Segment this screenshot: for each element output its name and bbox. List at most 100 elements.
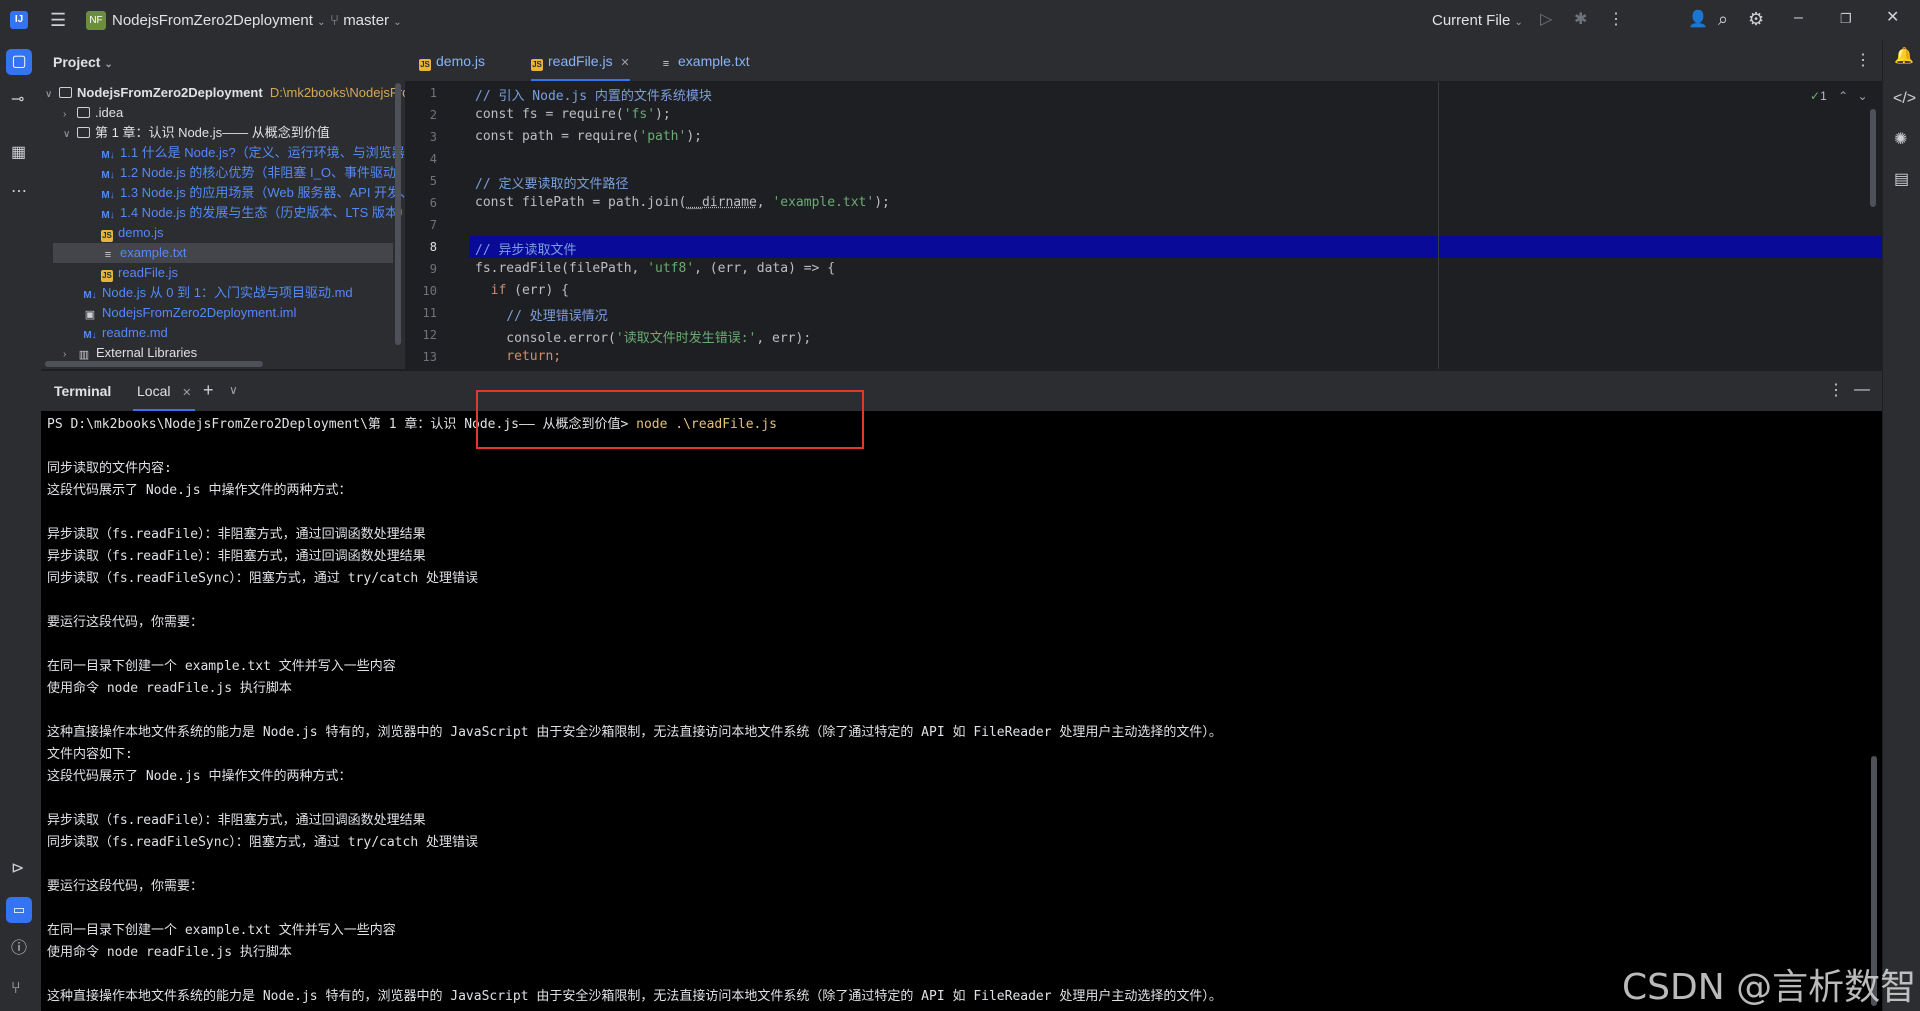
- chevron-down-icon: ⌄: [1857, 89, 1868, 103]
- tree-item-label: .idea: [95, 105, 124, 120]
- restore-icon[interactable]: ❐: [1840, 11, 1852, 27]
- tab-local[interactable]: Local ✕: [133, 371, 196, 411]
- code-line[interactable]: fs.readFile(filePath, 'utf8', (err, data…: [475, 261, 835, 276]
- code-text: );: [874, 195, 890, 210]
- run-config-label: Current File: [1432, 12, 1511, 29]
- close-tab-icon[interactable]: ✕: [182, 387, 191, 399]
- ai-assistant-icon[interactable]: ✺: [1894, 132, 1907, 148]
- new-terminal-icon[interactable]: +: [203, 381, 214, 399]
- code-text: , (err, data) => {: [694, 261, 836, 276]
- tree-item-readfile-js[interactable]: JS readFile.js: [101, 263, 178, 283]
- code-with-me-icon[interactable]: </>: [1893, 91, 1916, 107]
- terminal-dropdown-icon[interactable]: ∨: [229, 382, 238, 398]
- tree-item-md[interactable]: M↓ Node.js 从 0 到 1：入门实战与项目驱动.md: [83, 283, 352, 303]
- code-line[interactable]: console.error('读取文件时发生错误:', err);: [475, 327, 811, 346]
- code-line[interactable]: return;: [475, 349, 561, 364]
- code-text: );: [655, 107, 671, 122]
- tab-actions-icon[interactable]: ⋮: [1855, 53, 1871, 69]
- more-tools-icon[interactable]: ⋯: [11, 184, 27, 200]
- code-string: 'fs': [623, 107, 656, 122]
- tree-item-label: 1.3 Node.js 的应用场景（Web 服务器、API 开发、工具）: [120, 185, 405, 200]
- debug-icon[interactable]: ✱: [1574, 12, 1587, 28]
- tree-item-md[interactable]: M↓ 1.2 Node.js 的核心优势（非阻塞 I_O、事件驱动、单线程）: [101, 163, 405, 183]
- project-tool-icon[interactable]: ▢: [6, 49, 32, 75]
- tree-item-idea[interactable]: › .idea: [63, 103, 123, 123]
- code-line[interactable]: // 处理错误情况: [475, 305, 608, 324]
- run-icon[interactable]: ▷: [1540, 12, 1552, 28]
- code-line[interactable]: const filePath = path.join(__dirname, 'e…: [475, 195, 890, 210]
- git-tool-icon[interactable]: ⑂: [11, 981, 21, 997]
- search-icon[interactable]: ⌕: [1718, 10, 1728, 28]
- tree-item-external-libraries[interactable]: › ▥ External Libraries: [63, 343, 197, 363]
- tree-item-md[interactable]: M↓ 1.3 Node.js 的应用场景（Web 服务器、API 开发、工具）: [101, 183, 405, 203]
- main-menu-icon[interactable]: ☰: [50, 11, 66, 29]
- inspection-widget[interactable]: ✓1 ⌃ ⌄: [1810, 89, 1868, 103]
- code-comment: // 引入 Node.js 内置的文件系统模块: [475, 89, 712, 104]
- terminal-line: 在同一目录下创建一个 example.txt 文件并写入一些内容: [47, 923, 396, 938]
- js-file-icon: JS: [101, 270, 113, 282]
- tab-label: demo.js: [436, 53, 486, 69]
- project-panel-title[interactable]: Project ⌄: [53, 54, 113, 70]
- notifications-icon[interactable]: 🔔: [1894, 49, 1914, 65]
- run-config-selector[interactable]: Current File ⌄: [1432, 12, 1523, 29]
- tree-item-iml[interactable]: ▣ NodejsFromZero2Deployment.iml: [83, 303, 297, 323]
- js-file-icon: JS: [101, 230, 113, 242]
- structure-tool-icon[interactable]: ▦: [11, 145, 26, 161]
- terminal-line: 要运行这段代码，你需要：: [47, 879, 204, 894]
- commit-tool-icon[interactable]: ⊸: [11, 92, 24, 108]
- project-horizontal-scrollbar[interactable]: [45, 361, 263, 367]
- tree-item-label: External Libraries: [96, 345, 198, 360]
- markdown-file-icon: M↓: [83, 330, 97, 341]
- problems-tool-icon[interactable]: ⓘ: [11, 941, 27, 957]
- tree-root[interactable]: ∨ NodejsFromZero2Deployment D:\mk2books\N…: [45, 83, 405, 103]
- branch-selector[interactable]: ⑂ master ⌄: [330, 12, 402, 29]
- code-text: const fs = require(: [475, 107, 624, 122]
- inspection-count: 1: [1820, 89, 1827, 103]
- add-user-icon[interactable]: 👤: [1688, 12, 1708, 28]
- code-line[interactable]: // 异步读取文件: [475, 239, 576, 258]
- terminal-line: 这种直接操作本地文件系统的能力是 Node.js 特有的，浏览器中的 JavaS…: [47, 725, 1222, 740]
- tree-item-md[interactable]: M↓ 1.4 Node.js 的发展与生态（历史版本、LTS 版本）: [101, 203, 406, 223]
- minimize-icon[interactable]: –: [1794, 10, 1803, 26]
- tree-item-md[interactable]: M↓ 1.1 什么是 Node.js?（定义、运行环境、与浏览器 JavaScri…: [101, 143, 405, 163]
- project-selector[interactable]: NodejsFromZero2Deployment ⌄: [112, 12, 325, 29]
- run-tool-icon[interactable]: ⊳: [11, 861, 24, 877]
- code-line[interactable]: // 定义要读取的文件路径: [475, 173, 628, 192]
- tab-readfile-js[interactable]: JS readFile.js ✕: [531, 41, 630, 81]
- tree-item-chapter1[interactable]: ∨ 第 1 章：认识 Node.js—— 从概念到价值: [63, 123, 330, 143]
- close-tab-icon[interactable]: ✕: [620, 57, 629, 69]
- line-number: 4: [429, 152, 437, 166]
- editor-vertical-scrollbar[interactable]: [1870, 109, 1876, 207]
- terminal-line: 这种直接操作本地文件系统的能力是 Node.js 特有的，浏览器中的 JavaS…: [47, 989, 1222, 1004]
- module-file-icon: ▣: [84, 309, 96, 321]
- tree-item-label: demo.js: [118, 225, 164, 240]
- close-window-icon[interactable]: ✕: [1886, 10, 1899, 26]
- tree-item-demo-js[interactable]: JS demo.js: [101, 223, 164, 243]
- app-logo-icon[interactable]: IJ: [10, 11, 28, 29]
- tab-demo-js[interactable]: JS demo.js: [419, 41, 485, 81]
- settings-icon[interactable]: ⚙: [1748, 10, 1764, 28]
- terminal-tool-icon[interactable]: ▭: [6, 897, 32, 923]
- code-line[interactable]: const path = require('path');: [475, 129, 702, 144]
- tree-item-label: readFile.js: [118, 265, 178, 280]
- project-vertical-scrollbar[interactable]: [395, 83, 401, 345]
- terminal-line: 这段代码展示了 Node.js 中操作文件的两种方式：: [47, 769, 352, 784]
- markdown-file-icon: M↓: [83, 290, 97, 301]
- chevron-down-icon: ⌄: [393, 17, 402, 28]
- markdown-file-icon: M↓: [101, 210, 115, 221]
- code-line[interactable]: // 引入 Node.js 内置的文件系统模块: [475, 85, 712, 104]
- hide-panel-icon[interactable]: —: [1854, 382, 1870, 398]
- terminal-options-icon[interactable]: ⋮: [1828, 383, 1844, 399]
- line-number-current: 8: [429, 240, 437, 254]
- tab-example-txt[interactable]: ≡ example.txt: [659, 41, 750, 81]
- code-line[interactable]: const fs = require('fs');: [475, 107, 671, 122]
- more-actions-icon[interactable]: ⋮: [1608, 12, 1624, 28]
- tree-item-example-txt[interactable]: ≡ example.txt: [53, 243, 393, 263]
- terminal-output[interactable]: PS D:\mk2books\NodejsFromZero2Deployment…: [41, 411, 1882, 1011]
- code-string: 'example.txt': [772, 195, 875, 210]
- text-file-icon: ≡: [662, 58, 670, 70]
- code-line[interactable]: if (err) {: [475, 283, 569, 298]
- database-icon[interactable]: ▤: [1894, 172, 1909, 188]
- tree-item-label: 1.4 Node.js 的发展与生态（历史版本、LTS 版本）: [120, 205, 406, 220]
- tree-item-readme[interactable]: M↓ readme.md: [83, 323, 167, 343]
